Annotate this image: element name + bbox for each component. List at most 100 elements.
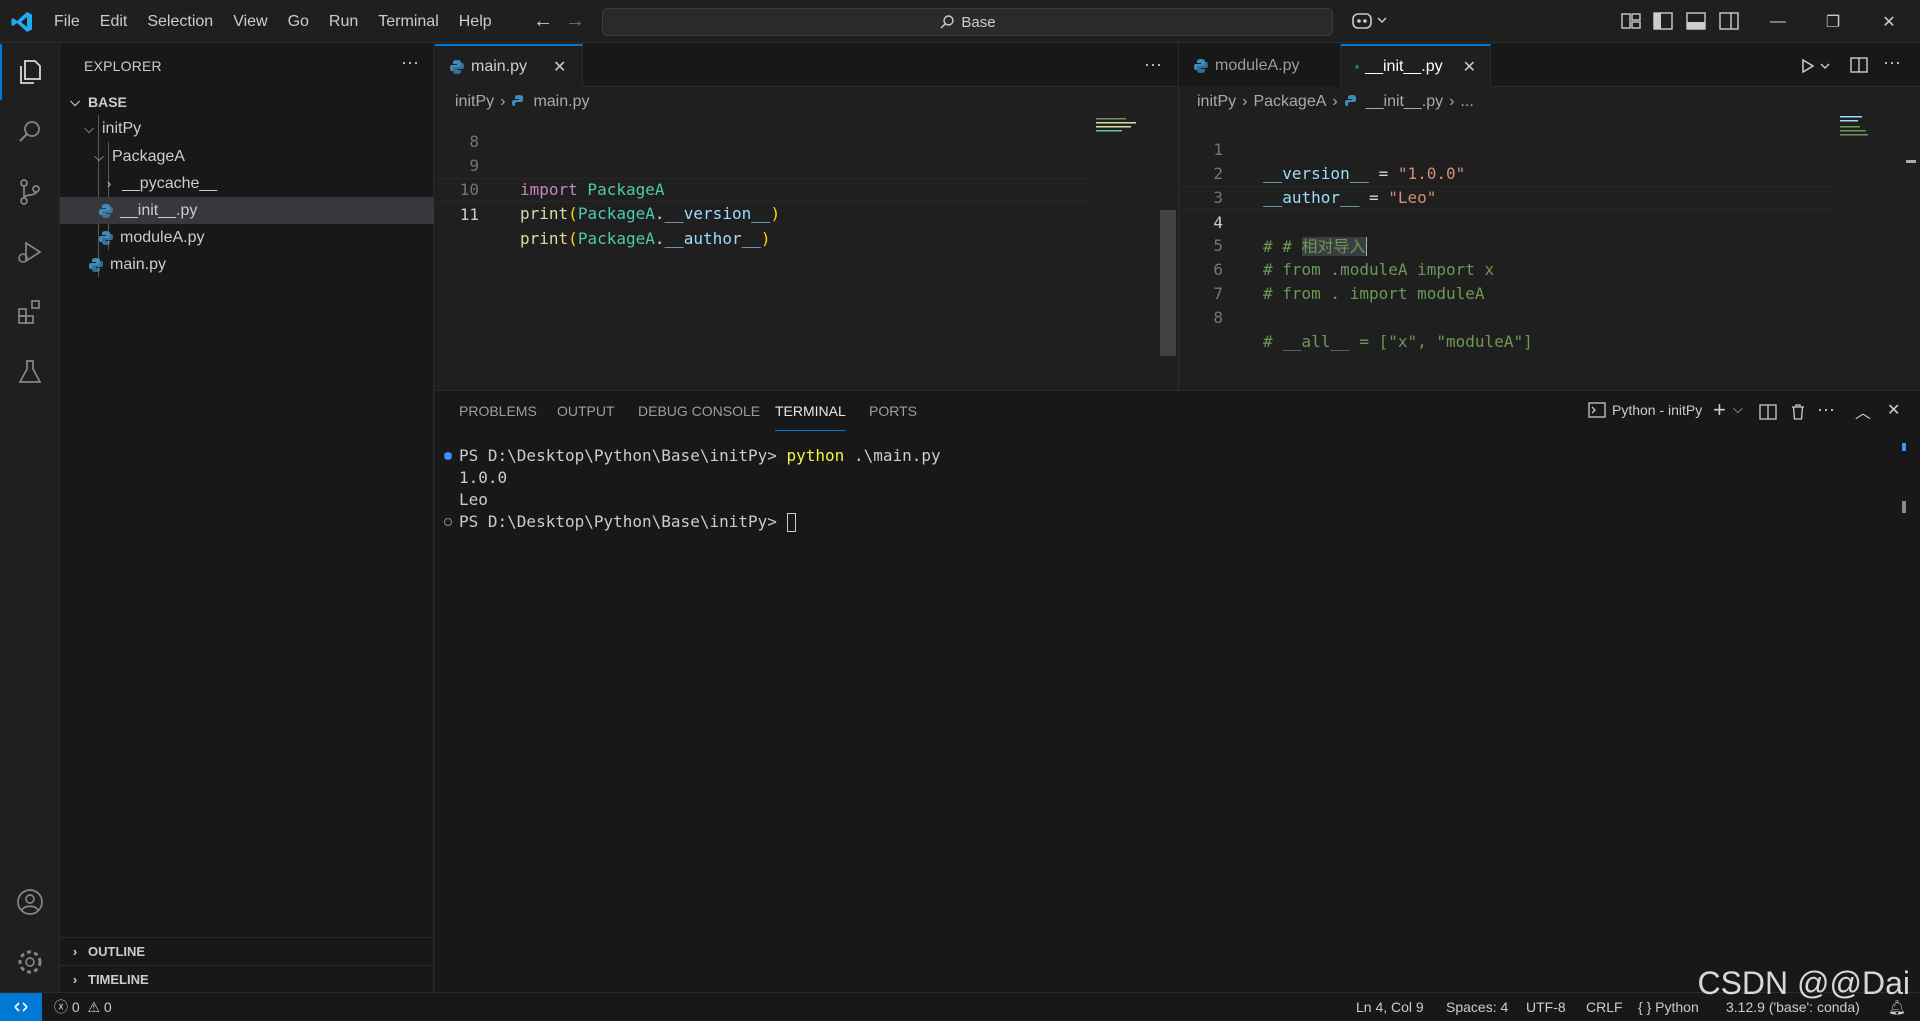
minimize-window-icon[interactable]: — [1755,0,1801,43]
editor-more-actions-icon[interactable]: ··· [1883,52,1901,73]
chevron-right-icon: › [500,93,506,110]
timeline-label: TIMELINE [88,971,149,987]
testing-flask-icon[interactable] [0,344,60,400]
code-line: 10 print(PackageA.__version__) [435,154,780,223]
menu-terminal[interactable]: Terminal [368,0,448,43]
eol-status[interactable]: CRLF [1586,993,1623,1021]
customize-layout-icon[interactable] [1620,10,1642,32]
trash-kill-terminal-icon[interactable] [1789,403,1807,421]
tree-item-pycache-folder[interactable]: › __pycache__ [60,170,434,197]
chevron-down-icon[interactable]: ⌵ [1733,401,1743,417]
timeline-section-header[interactable]: › TIMELINE [60,965,434,992]
right-editor-tab-bar: moduleA.py __init__.py ✕ ··· [1179,44,1920,87]
source-control-icon[interactable] [0,164,60,220]
explorer-icon[interactable] [0,44,60,100]
copilot-icon[interactable] [1350,9,1392,33]
menu-view[interactable]: View [223,0,277,43]
restore-window-icon[interactable]: ❐ [1810,0,1856,43]
indentation-status[interactable]: Spaces: 4 [1446,993,1508,1021]
new-terminal-plus-icon[interactable]: + [1713,397,1726,423]
tab-label: moduleA.py [1215,56,1300,74]
tree-item-init-file[interactable]: __init__.py [60,197,434,224]
breadcrumb-item[interactable]: main.py [533,93,589,111]
panel-tab-debug-console[interactable]: DEBUG CONSOLE [638,403,760,431]
outline-section-header[interactable]: › OUTLINE [60,937,434,964]
panel-tab-terminal[interactable]: TERMINAL [775,403,846,431]
code-token: # # [1263,237,1302,256]
tab-init-py[interactable]: __init__.py ✕ [1341,44,1491,87]
forward-arrow-icon[interactable]: → [563,9,587,33]
code-token: __author__ [664,229,761,248]
breadcrumb-item[interactable]: initPy [1197,93,1236,111]
close-tab-icon[interactable]: ✕ [553,57,566,77]
tab-modulea-py[interactable]: moduleA.py [1179,44,1341,87]
tree-item-label: main.py [110,255,167,273]
more-actions-icon[interactable]: ··· [401,52,419,73]
tree-item-packagea-folder[interactable]: ⌵ PackageA [60,143,434,170]
extensions-icon[interactable] [0,284,60,340]
run-and-debug-icon[interactable] [0,224,60,280]
run-python-file-icon[interactable] [1799,56,1833,76]
panel-more-actions-icon[interactable]: ··· [1817,399,1835,420]
code-line: 3 [1179,162,1223,207]
menu-run[interactable]: Run [319,0,368,43]
remote-indicator-icon[interactable] [0,993,42,1021]
close-window-icon[interactable]: ✕ [1866,0,1912,43]
panel-tab-problems[interactable]: PROBLEMS [459,403,537,431]
tree-item-initpy-folder[interactable]: ⌵ initPy [60,115,434,142]
close-tab-icon[interactable]: ✕ [1463,57,1476,77]
toggle-panel-icon[interactable] [1685,10,1707,32]
menu-selection[interactable]: Selection [137,0,223,43]
accounts-icon[interactable] [0,874,60,930]
menu-help[interactable]: Help [449,0,502,43]
minimap[interactable] [1839,114,1889,138]
menu-go[interactable]: Go [278,0,319,43]
encoding-status[interactable]: UTF-8 [1526,993,1566,1021]
code-token: # from .moduleA import x [1263,260,1495,279]
language-mode[interactable]: { } Python [1638,993,1699,1021]
menu-file[interactable]: File [44,0,90,43]
root-folder-label: BASE [88,93,127,110]
terminal-line: PS D:\Desktop\Python\Base\initPy> python… [459,445,941,467]
breadcrumb-item[interactable]: __init__.py [1366,93,1443,111]
warning-icon: ⚠ [87,999,101,1015]
breadcrumb-item[interactable]: initPy [455,93,494,111]
breadcrumb-item[interactable]: ... [1460,93,1473,111]
terminal-output[interactable]: PS D:\Desktop\Python\Base\initPy> python… [435,441,1885,561]
left-editor-tab-bar: main.py ✕ ··· [435,44,1178,87]
code-line-current: 11 print(PackageA.__author__) [435,178,1090,248]
back-arrow-icon[interactable]: ← [531,9,555,33]
tree-item-label: __init__.py [120,201,198,219]
maximize-panel-chevron-up-icon[interactable]: ︿ [1855,399,1871,423]
editor-more-actions-icon[interactable]: ··· [1144,54,1162,75]
split-editor-icon[interactable] [1849,55,1869,75]
problems-status[interactable]: ⓧ 0 ⚠ 0 [54,993,112,1021]
settings-gear-icon[interactable] [0,934,60,990]
tab-main-py[interactable]: main.py ✕ [435,44,583,87]
breadcrumb-item[interactable]: PackageA [1253,93,1326,111]
terminal-instance-selector[interactable]: Python - initPy [1588,401,1702,419]
explorer-root-folder[interactable]: ⌵ BASE [60,88,434,115]
watermark: CSDN @@Dai [1697,965,1910,1001]
right-code-editor[interactable]: 1 __version__ = "1.0.0" 2 __author__ = "… [1179,114,1920,390]
minimap[interactable] [1095,116,1155,140]
menu-edit[interactable]: Edit [90,0,138,43]
command-center-search[interactable]: Base [602,8,1333,36]
close-panel-icon[interactable]: ✕ [1887,400,1900,420]
chevron-right-icon: › [72,943,78,959]
search-icon[interactable] [0,104,60,160]
split-terminal-icon[interactable] [1759,403,1777,421]
outline-label: OUTLINE [88,943,146,959]
panel-tab-output[interactable]: OUTPUT [557,403,615,431]
toggle-primary-sidebar-icon[interactable] [1652,10,1674,32]
tree-item-modulea-file[interactable]: moduleA.py [60,224,434,251]
panel-tab-ports[interactable]: PORTS [869,403,917,431]
line-number: 11 [459,205,479,224]
cursor-position[interactable]: Ln 4, Col 9 [1356,993,1424,1021]
toggle-secondary-sidebar-icon[interactable] [1718,10,1740,32]
vertical-scrollbar[interactable] [1160,210,1176,356]
tree-item-main-file[interactable]: main.py [60,251,434,278]
text-cursor [1365,237,1367,256]
command-success-decoration [444,452,452,460]
left-code-editor[interactable]: 8 9 import PackageA 10 print(PackageA.__… [435,116,1178,390]
